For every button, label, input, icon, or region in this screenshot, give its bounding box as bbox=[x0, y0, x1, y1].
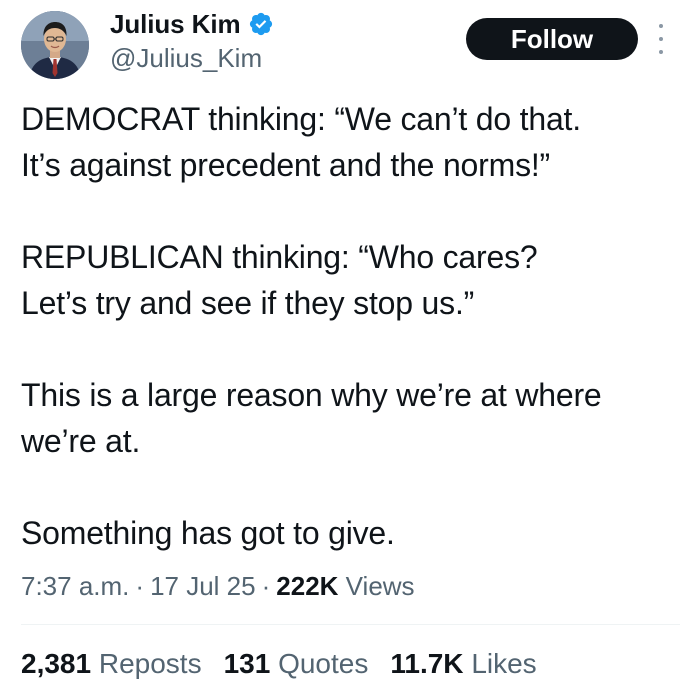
paragraph-spacer bbox=[21, 464, 691, 510]
avatar[interactable] bbox=[21, 11, 89, 79]
paragraph-spacer bbox=[21, 326, 691, 372]
tweet-line: DEMOCRAT thinking: “We can’t do that. bbox=[21, 101, 581, 137]
follow-button[interactable]: Follow bbox=[466, 18, 638, 60]
tweet-line: Something has got to give. bbox=[21, 515, 395, 551]
avatar-image bbox=[21, 11, 89, 79]
reposts-count: 2,381 bbox=[21, 648, 92, 679]
quotes-label: Quotes bbox=[278, 648, 369, 679]
tweet-line: This is a large reason why we’re at wher… bbox=[21, 377, 602, 413]
tweet-card: Julius Kim @Julius_Kim Follow DEMOCRAT t… bbox=[0, 0, 700, 700]
tweet-line: REPUBLICAN thinking: “Who cares? bbox=[21, 239, 538, 275]
more-options-icon[interactable] bbox=[652, 24, 670, 54]
user-handle[interactable]: @Julius_Kim bbox=[110, 44, 262, 73]
reposts-stat[interactable]: 2,381 Reposts bbox=[21, 644, 202, 684]
views-label: Views bbox=[345, 571, 415, 601]
tweet-meta: 7:37 a.m. · 17 Jul 25 · 222K Views bbox=[21, 566, 415, 606]
tweet-line: we’re at. bbox=[21, 423, 141, 459]
tweet-paragraph: REPUBLICAN thinking: “Who cares? Let’s t… bbox=[21, 234, 691, 326]
likes-label: Likes bbox=[471, 648, 537, 679]
tweet-paragraph: DEMOCRAT thinking: “We can’t do that. It… bbox=[21, 96, 691, 188]
name-row: Julius Kim bbox=[110, 6, 274, 42]
likes-count: 11.7K bbox=[390, 648, 464, 679]
engagement-stats: 2,381 Reposts 131 Quotes 11.7K Likes bbox=[21, 644, 537, 684]
tweet-date[interactable]: 17 Jul 25 bbox=[150, 571, 256, 601]
tweet-line: Let’s try and see if they stop us.” bbox=[21, 285, 475, 321]
display-name[interactable]: Julius Kim bbox=[110, 11, 241, 37]
tweet-line: It’s against precedent and the norms!” bbox=[21, 147, 551, 183]
divider bbox=[21, 624, 680, 625]
views-count: 222K bbox=[276, 571, 339, 601]
verified-badge-icon bbox=[248, 11, 274, 37]
tweet-time[interactable]: 7:37 a.m. bbox=[21, 571, 129, 601]
quotes-count: 131 bbox=[223, 648, 271, 679]
meta-separator: · bbox=[135, 571, 145, 601]
tweet-paragraph: This is a large reason why we’re at wher… bbox=[21, 372, 691, 464]
paragraph-spacer bbox=[21, 188, 691, 234]
quotes-stat[interactable]: 131 Quotes bbox=[224, 644, 369, 684]
meta-separator: · bbox=[261, 571, 271, 601]
tweet-text: DEMOCRAT thinking: “We can’t do that. It… bbox=[21, 96, 691, 556]
tweet-paragraph: Something has got to give. bbox=[21, 510, 691, 556]
likes-stat[interactable]: 11.7K Likes bbox=[390, 644, 536, 684]
reposts-label: Reposts bbox=[98, 648, 202, 679]
